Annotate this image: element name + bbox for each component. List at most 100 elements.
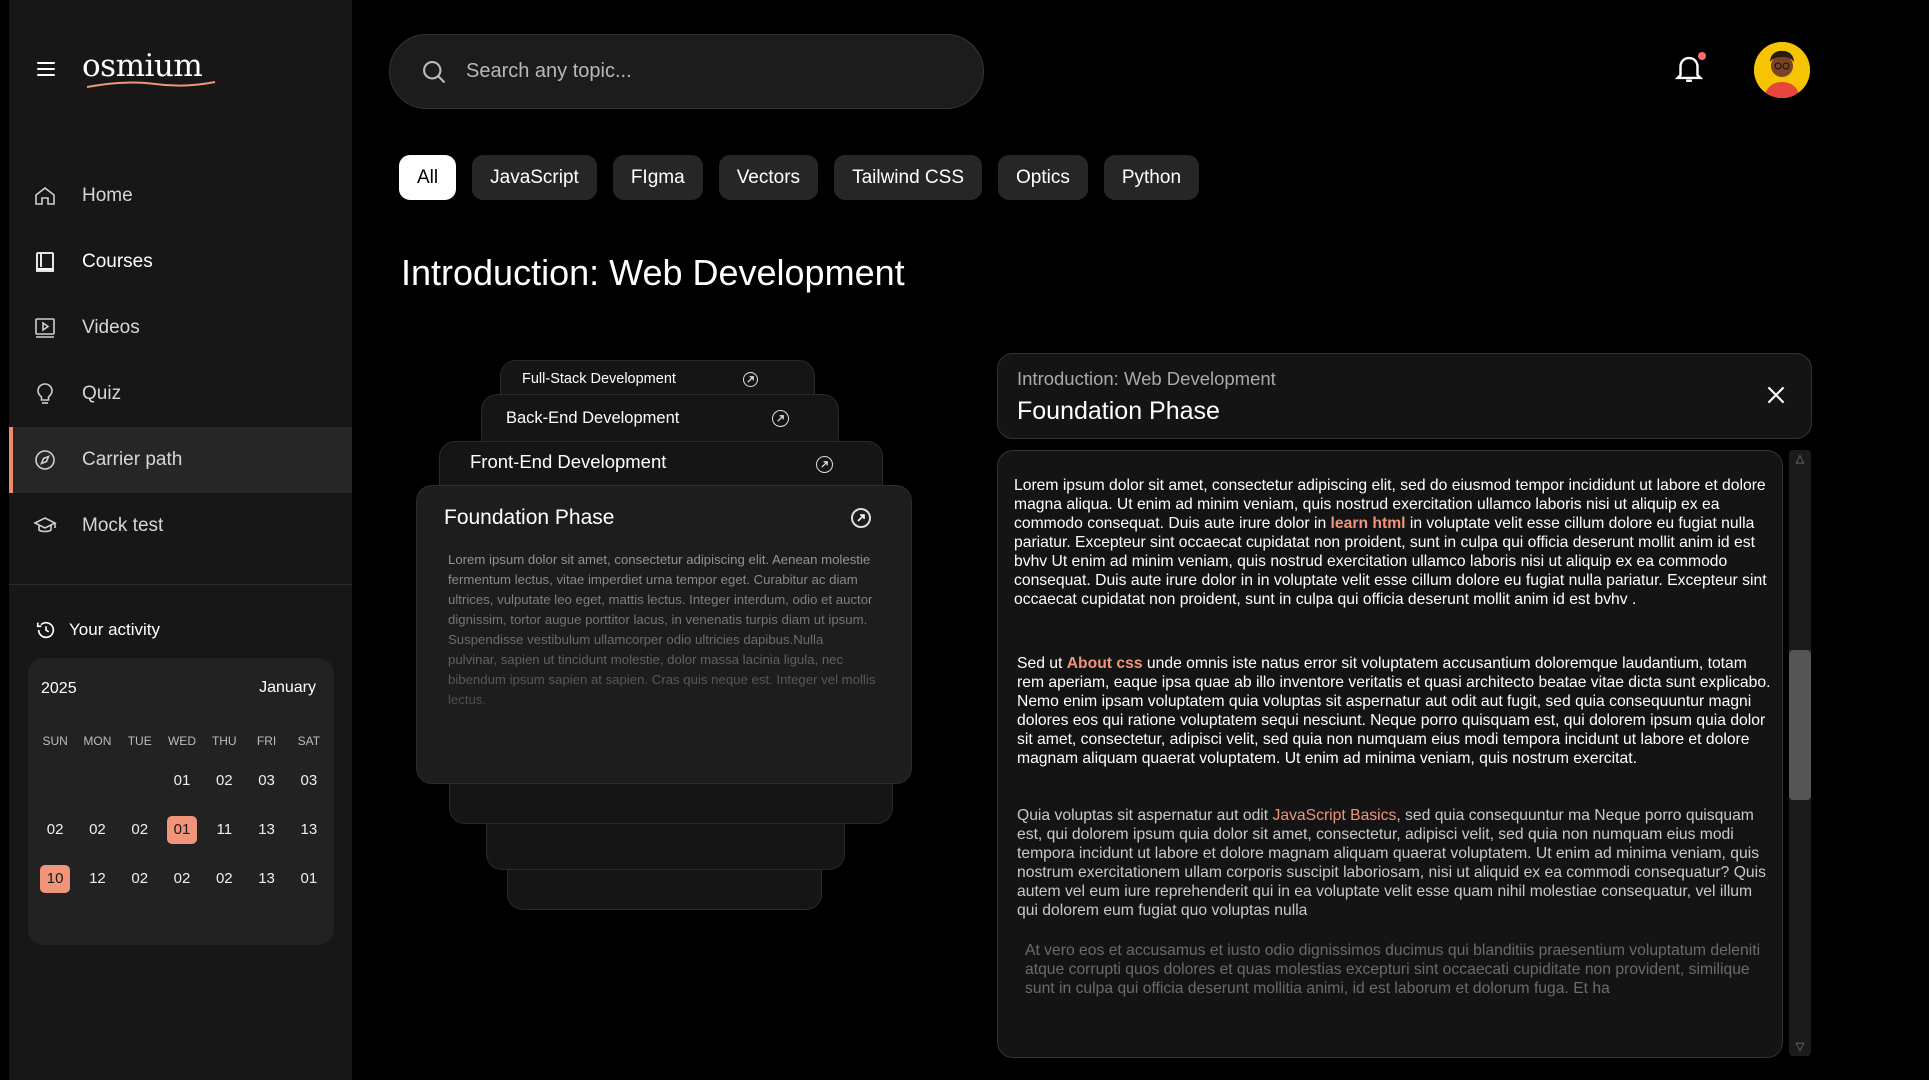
sidebar-item-courses[interactable]: Courses <box>9 229 352 295</box>
calendar-day-label: 10 <box>40 864 71 893</box>
paragraph-text: Quia voluptas sit aspernatur aut odit <box>1017 807 1273 824</box>
calendar-day-label: 02 <box>173 870 191 887</box>
calendar-day-label: 02 <box>46 821 64 838</box>
close-icon <box>1767 386 1785 404</box>
calendar-weekday: TUE <box>127 734 152 748</box>
sidebar-nav: Home Courses Videos Quiz Carrier path Mo… <box>9 163 352 559</box>
sidebar: osmium Home Courses Videos Quiz Carrier … <box>9 0 352 1080</box>
calendar-day-label: 02 <box>131 821 149 838</box>
calendar-day <box>34 756 76 805</box>
calendar-day[interactable]: 02 <box>119 805 161 854</box>
sidebar-item-quiz[interactable]: Quiz <box>9 361 352 427</box>
calendar-day-label: 02 <box>131 870 149 887</box>
calendar-day[interactable]: 01 <box>161 805 203 854</box>
calendar-day[interactable]: 11 <box>203 805 245 854</box>
about-css-link[interactable]: About css <box>1067 655 1143 672</box>
calendar-month[interactable]: January <box>259 679 316 697</box>
detail-panel-header: Introduction: Web Development Foundation… <box>997 353 1812 439</box>
calendar-day[interactable]: 02 <box>161 854 203 903</box>
chip-all[interactable]: All <box>399 155 457 200</box>
detail-panel-title: Foundation Phase <box>1017 397 1220 425</box>
calendar-day-label <box>125 767 155 795</box>
calendar-day-label <box>40 767 70 795</box>
calendar-day-label: 11 <box>216 821 233 838</box>
calendar-day-label: 03 <box>258 772 275 789</box>
calendar-day[interactable]: 13 <box>245 805 287 854</box>
calendar-day[interactable]: 13 <box>288 805 330 854</box>
paragraph-text: Sed ut <box>1017 655 1067 672</box>
arrow-circle-icon <box>851 508 871 528</box>
calendar-day[interactable]: 01 <box>288 854 330 903</box>
calendar-day[interactable]: 10 <box>34 854 76 903</box>
sidebar-item-carrier-path[interactable]: Carrier path <box>9 427 352 493</box>
calendar-day-label: 01 <box>173 772 191 789</box>
notifications-button[interactable] <box>1672 50 1708 88</box>
calendar-day-label: 01 <box>166 815 197 844</box>
calendar-day[interactable]: 02 <box>76 805 118 854</box>
arrow-circle-icon <box>772 410 789 427</box>
chip-vectors[interactable]: Vectors <box>718 155 819 200</box>
topic-filter-chips: All JavaScript FIgma Vectors Tailwind CSS Opt… <box>399 155 1200 200</box>
search-input[interactable] <box>466 60 916 83</box>
book-icon <box>32 249 58 275</box>
hamburger-menu-icon[interactable] <box>37 62 55 76</box>
stack-card-label: Back-End Development <box>506 409 680 427</box>
sidebar-divider <box>9 584 352 585</box>
calendar-day[interactable]: 02 <box>203 756 245 805</box>
calendar-weekday: SAT <box>297 734 321 748</box>
detail-paragraph-1: Lorem ipsum dolor sit amet, consectetur … <box>1014 476 1776 609</box>
learn-html-link[interactable]: learn html <box>1331 515 1406 532</box>
home-icon <box>32 183 58 209</box>
sidebar-item-videos[interactable]: Videos <box>9 295 352 361</box>
calendar-day-label: 12 <box>89 870 106 887</box>
calendar-day[interactable]: 02 <box>203 854 245 903</box>
calendar-day[interactable]: 02 <box>119 854 161 903</box>
calendar-weekday: MON <box>83 734 112 748</box>
chip-optics[interactable]: Optics <box>998 155 1088 200</box>
detail-scrollbar[interactable]: △ ▽ <box>1789 450 1811 1056</box>
chip-figma[interactable]: FIgma <box>612 155 703 200</box>
close-button[interactable] <box>1763 382 1789 408</box>
calendar-day[interactable]: 13 <box>245 854 287 903</box>
graduation-cap-icon <box>32 513 58 539</box>
calendar-day[interactable]: 12 <box>76 854 118 903</box>
chip-tailwind-css[interactable]: Tailwind CSS <box>834 155 982 200</box>
calendar-day[interactable]: 03 <box>245 756 287 805</box>
arrow-circle-icon <box>743 372 758 387</box>
calendar-day[interactable]: 03 <box>288 756 330 805</box>
calendar-weekday: THU <box>211 734 237 748</box>
history-icon <box>35 619 57 641</box>
calendar-weekday: SUN <box>42 734 68 748</box>
page-title: Introduction: Web Development <box>401 252 905 293</box>
arrow-circle-icon <box>816 456 833 473</box>
scroll-up-icon[interactable]: △ <box>1794 453 1806 465</box>
compass-icon <box>32 447 58 473</box>
scroll-down-icon[interactable]: ▽ <box>1794 1041 1806 1053</box>
calendar-day <box>76 756 118 805</box>
sidebar-item-label: Courses <box>82 251 153 272</box>
sidebar-item-mock-test[interactable]: Mock test <box>9 493 352 559</box>
calendar-day[interactable]: 02 <box>34 805 76 854</box>
calendar-day-label: 03 <box>300 772 318 789</box>
chip-javascript[interactable]: JavaScript <box>472 155 597 200</box>
foundation-description: Lorem ipsum dolor sit amet, consectetur … <box>448 550 876 710</box>
activity-calendar: 2025 January SUN MON TUE WED THU FRI SAT 01 02 03… <box>28 658 334 945</box>
sidebar-item-home[interactable]: Home <box>9 163 352 229</box>
chip-python[interactable]: Python <box>1103 155 1200 200</box>
javascript-basics-link[interactable]: JavaScript Basics <box>1273 807 1397 824</box>
calendar-grid: SUN MON TUE WED THU FRI SAT 01 02 03 03 02 02 02 01 11 1… <box>34 726 330 903</box>
sidebar-item-label: Mock test <box>82 515 164 536</box>
calendar-day-label <box>82 767 112 795</box>
calendar-day-label: 02 <box>215 870 233 887</box>
calendar-year: 2025 <box>41 680 77 697</box>
search-bar[interactable] <box>389 34 984 109</box>
calendar-day[interactable]: 01 <box>161 756 203 805</box>
sidebar-item-label: Quiz <box>82 383 122 404</box>
calendar-day-label: 13 <box>300 821 318 838</box>
detail-panel-body[interactable]: Lorem ipsum dolor sit amet, consectetur … <box>997 450 1783 1058</box>
avatar[interactable] <box>1754 42 1810 98</box>
stack-card-label: Full-Stack Development <box>522 371 676 387</box>
search-icon <box>423 60 446 83</box>
scrollbar-thumb[interactable] <box>1789 650 1811 800</box>
notification-dot <box>1698 52 1706 60</box>
